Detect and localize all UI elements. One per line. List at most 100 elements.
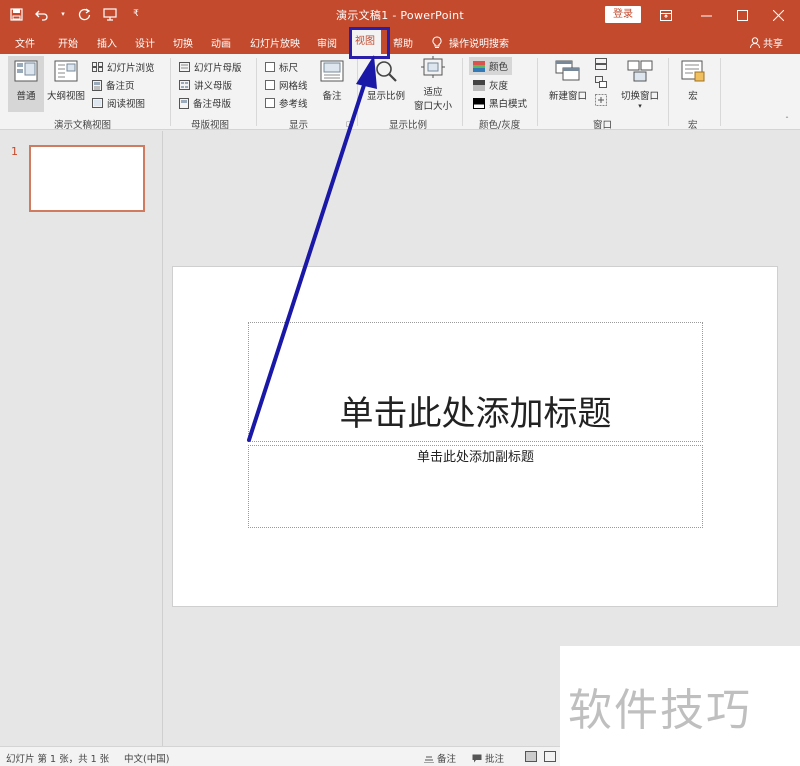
group-divider	[357, 58, 358, 126]
window-group-label: 窗口	[593, 120, 613, 131]
fit-window-icon	[411, 56, 455, 81]
normal-view-icon	[8, 60, 44, 85]
macros-button[interactable]: 宏	[676, 60, 710, 102]
slide-sorter-button[interactable]: 幻灯片浏览	[92, 60, 155, 74]
guides-checkbox[interactable]: 参考线	[265, 96, 308, 110]
color-swatch-icon	[473, 60, 485, 72]
tell-me-search[interactable]: 操作说明搜索	[432, 35, 509, 50]
share-button[interactable]: 共享	[750, 35, 783, 50]
move-split-button[interactable]	[595, 94, 607, 106]
group-divider	[170, 58, 171, 126]
share-label: 共享	[763, 39, 783, 50]
notes-status-icon	[424, 756, 434, 763]
slide-master-icon	[179, 62, 190, 72]
outline-view-button[interactable]: 大纲视图	[46, 60, 86, 102]
cascade-button[interactable]	[595, 76, 607, 88]
group-divider	[720, 58, 721, 126]
ribbon-view: 普通 大纲视图 幻灯片浏览 备注页 阅读视图 演示文稿视图 幻灯片母版 讲义母版…	[0, 54, 800, 131]
notes-master-icon	[179, 97, 189, 109]
group-divider	[537, 58, 538, 126]
arrange-all-icon	[595, 58, 607, 70]
tab-home[interactable]: 开始	[58, 35, 78, 50]
notes-page-button[interactable]: 备注页	[92, 78, 135, 92]
guides-label: 参考线	[279, 99, 308, 110]
new-window-button[interactable]: 新建窗口	[546, 60, 590, 102]
zoom-button[interactable]: 显示比例	[364, 60, 408, 102]
normal-view-button[interactable]: 普通	[8, 56, 44, 112]
switch-windows-button[interactable]: 切换窗口 ▾	[616, 60, 664, 110]
language-status[interactable]: 中文(中国)	[124, 751, 169, 765]
macros-group-label: 宏	[688, 120, 698, 131]
handout-master-button[interactable]: 讲义母版	[179, 78, 232, 92]
master-views-group-label: 母版视图	[191, 120, 230, 131]
slide-master-button[interactable]: 幻灯片母版	[179, 60, 242, 74]
slide-sorter-status-icon[interactable]	[544, 751, 556, 762]
view-tab-highlight-box	[349, 27, 390, 59]
macros-label: 宏	[688, 91, 698, 102]
tab-design[interactable]: 设计	[135, 35, 155, 50]
gridlines-checkbox[interactable]: 网格线	[265, 78, 308, 92]
comments-status-button[interactable]: 批注	[472, 751, 504, 765]
macros-icon	[676, 60, 710, 85]
tab-help[interactable]: 帮助	[393, 35, 413, 50]
cascade-icon	[595, 76, 607, 88]
switch-windows-icon	[616, 60, 664, 85]
tab-transitions[interactable]: 切换	[173, 35, 193, 50]
subtitle-placeholder[interactable]: 单击此处添加副标题	[248, 445, 703, 528]
ruler-check[interactable]	[265, 62, 275, 72]
color-group-label: 颜色/灰度	[479, 120, 521, 131]
comments-status-label: 批注	[485, 754, 505, 765]
notes-master-button[interactable]: 备注母版	[179, 96, 231, 110]
grayscale-icon	[473, 79, 485, 91]
lightbulb-icon	[432, 36, 442, 49]
notes-status-button[interactable]: 备注	[424, 751, 456, 765]
show-dialog-launcher-icon[interactable]: ◲	[346, 120, 353, 128]
move-split-icon	[595, 94, 607, 106]
tab-slideshow[interactable]: 幻灯片放映	[250, 35, 300, 50]
minimize-icon[interactable]	[688, 0, 724, 30]
gridlines-label: 网格线	[279, 81, 308, 92]
notes-toggle-button[interactable]: 备注	[318, 60, 346, 102]
arrange-all-button[interactable]	[595, 58, 607, 70]
outline-view-icon	[46, 60, 86, 85]
gridlines-check[interactable]	[265, 80, 275, 90]
color-button[interactable]: 颜色	[469, 57, 513, 75]
collapse-ribbon-icon[interactable]: ˆ	[785, 116, 789, 125]
tab-file[interactable]: 文件	[15, 35, 35, 50]
notes-page-icon	[92, 79, 102, 91]
notes-icon	[318, 60, 346, 85]
normal-view-status-icon[interactable]	[525, 751, 537, 762]
slide-thumbnail-pane	[0, 131, 163, 746]
title-placeholder-text: 单击此处添加标题	[339, 394, 612, 434]
ribbon-display-options-icon[interactable]	[648, 0, 684, 30]
notes-page-label: 备注页	[106, 81, 135, 92]
ribbon-tabs: 文件 开始 插入 设计 切换 动画 幻灯片放映 审阅 视图 帮助 操作说明搜索 …	[0, 30, 800, 54]
guides-check[interactable]	[265, 98, 275, 108]
title-placeholder[interactable]: 单击此处添加标题	[248, 322, 703, 442]
fit-window-label-line1: 适应	[423, 87, 443, 98]
tab-review[interactable]: 审阅	[317, 35, 337, 50]
new-window-icon	[546, 60, 590, 85]
login-button[interactable]: 登录	[605, 6, 641, 23]
person-icon	[750, 37, 760, 48]
tab-animations[interactable]: 动画	[211, 35, 231, 50]
ruler-label: 标尺	[279, 63, 299, 74]
reading-view-button[interactable]: 阅读视图	[92, 96, 145, 110]
slide-sorter-label: 幻灯片浏览	[107, 63, 155, 74]
notes-master-label: 备注母版	[193, 99, 232, 110]
tab-insert[interactable]: 插入	[97, 35, 117, 50]
fit-to-window-button[interactable]: 适应 窗口大小	[411, 56, 455, 112]
close-icon[interactable]	[760, 0, 796, 30]
notes-status-label: 备注	[437, 754, 457, 765]
black-white-button[interactable]: 黑白模式	[473, 96, 527, 110]
group-divider	[256, 58, 257, 126]
slide-sorter-icon	[92, 62, 103, 72]
grayscale-button[interactable]: 灰度	[473, 78, 508, 92]
black-white-label: 黑白模式	[489, 99, 528, 110]
tell-me-label: 操作说明搜索	[449, 39, 509, 50]
slide-thumbnail[interactable]	[29, 145, 145, 212]
slide-count-status: 幻灯片 第 1 张，共 1 张	[6, 754, 110, 765]
black-white-icon	[473, 97, 485, 109]
maximize-icon[interactable]	[724, 0, 760, 30]
ruler-checkbox[interactable]: 标尺	[265, 60, 298, 74]
